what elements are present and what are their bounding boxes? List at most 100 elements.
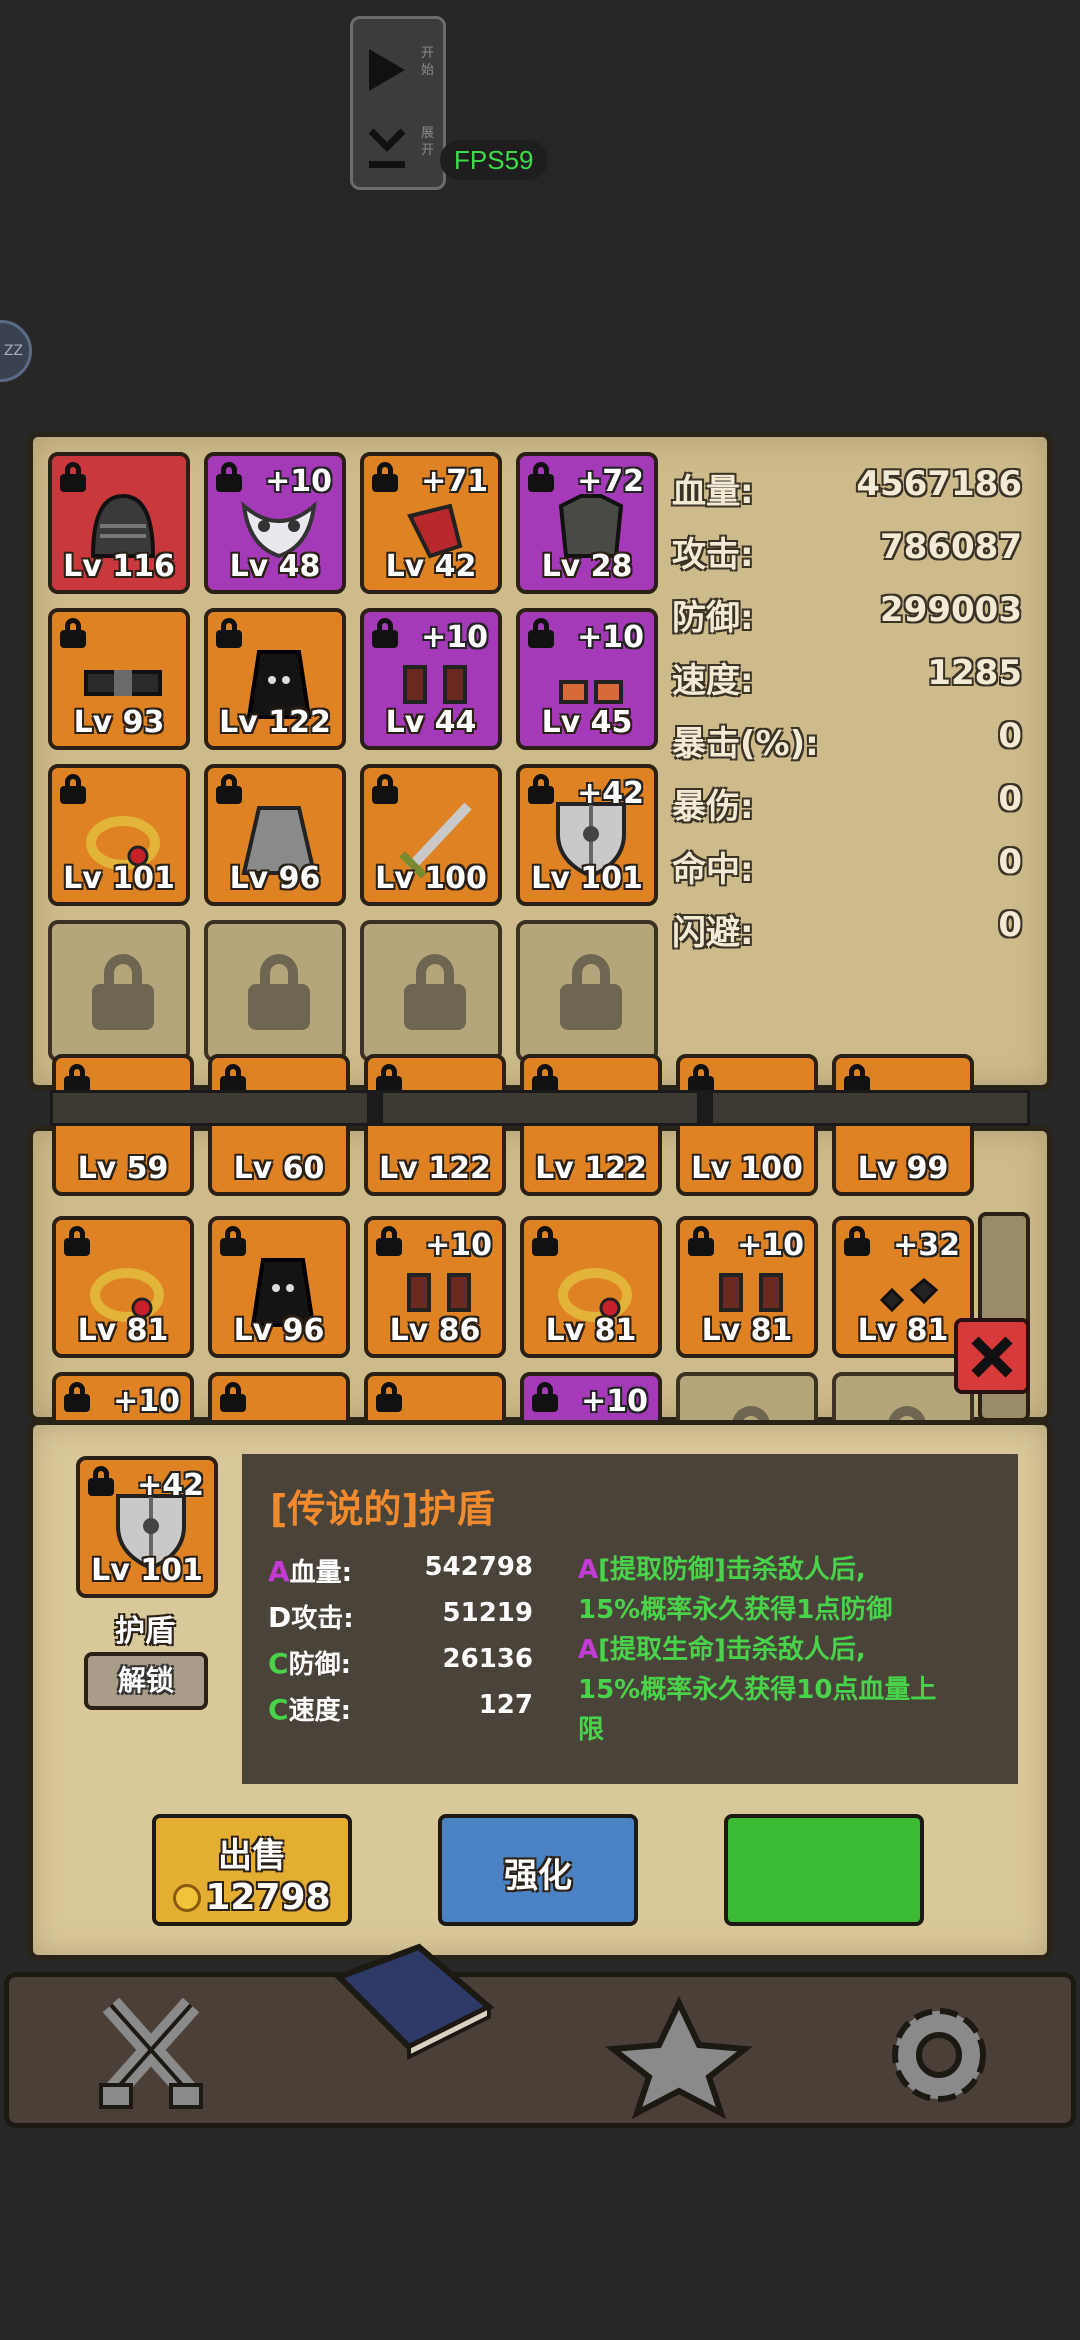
equipped-item-slot[interactable]: Lv 96 xyxy=(204,764,346,906)
affix-2-body-2: 限 xyxy=(578,1715,605,1745)
equipped-item-slot[interactable]: Lv 93 xyxy=(48,608,190,750)
debug-expand-button[interactable]: 展开 xyxy=(361,115,437,185)
locked-equip-slot[interactable] xyxy=(204,920,346,1062)
equipped-item-slot[interactable]: +42 Lv 101 xyxy=(516,764,658,906)
equipped-item-slot[interactable]: Lv 116 xyxy=(48,452,190,594)
upgrade-button[interactable]: 强化 xyxy=(438,1814,638,1926)
inventory-item-slot[interactable]: Lv 81 xyxy=(52,1216,194,1358)
item-plus: +10 xyxy=(265,464,332,499)
attribute-row: D攻击: 51219 xyxy=(268,1598,533,1638)
equipped-item-slot[interactable]: +10 Lv 48 xyxy=(204,452,346,594)
settings-gear-icon xyxy=(892,2008,986,2102)
item-level: Lv 42 xyxy=(385,549,477,584)
stat-label: 闪避: xyxy=(672,913,754,953)
stat-row: 暴伤: 0 xyxy=(672,779,1022,829)
item-level: Lv 101 xyxy=(531,861,643,896)
item-plus: +72 xyxy=(577,464,644,499)
book-icon xyxy=(333,1943,495,2061)
attribute-value: 127 xyxy=(478,1690,533,1720)
selected-item-name: 护盾 xyxy=(115,1614,175,1649)
nav-settings[interactable] xyxy=(839,1985,1039,2125)
inventory-item-slot[interactable]: +32 Lv 81 xyxy=(832,1216,974,1358)
inventory-item-slot[interactable]: +10 Lv 86 xyxy=(364,1216,506,1358)
green-action-button[interactable] xyxy=(724,1814,924,1926)
lock-icon xyxy=(532,1382,558,1412)
tab-2[interactable] xyxy=(380,1090,700,1126)
debug-panel: 开始 展开 xyxy=(350,16,446,190)
stat-row: 血量: 4567186 xyxy=(672,464,1022,514)
play-icon xyxy=(369,49,405,91)
item-title: [传说的]护盾 xyxy=(270,1487,495,1531)
lock-icon xyxy=(60,618,86,648)
attribute-grade: D xyxy=(268,1601,292,1634)
selected-item-plus: +42 xyxy=(137,1468,204,1503)
equipped-item-slot[interactable]: +72 Lv 28 xyxy=(516,452,658,594)
affix-2-head-line: A[提取生命]击杀敌人后, xyxy=(578,1630,998,1670)
stat-row: 速度: 1285 xyxy=(672,653,1022,703)
item-level: Lv 122 xyxy=(535,1151,647,1186)
lock-icon xyxy=(376,1226,402,1256)
equipped-item-slot[interactable]: Lv 100 xyxy=(360,764,502,906)
inventory-item-slot[interactable]: Lv 96 xyxy=(208,1216,350,1358)
affix-2-head: [提取生命]击杀敌人后, xyxy=(598,1635,866,1665)
inventory-item-slot[interactable]: Lv 81 xyxy=(520,1216,662,1358)
equipped-item-slot[interactable]: +10 Lv 45 xyxy=(516,608,658,750)
item-level: Lv 28 xyxy=(541,549,633,584)
attribute-row: A血量: 542798 xyxy=(268,1552,533,1592)
expand-sub-label: 展开 xyxy=(421,126,435,158)
item-level: Lv 101 xyxy=(63,861,175,896)
status-area xyxy=(0,0,1080,210)
stat-row: 防御: 299003 xyxy=(672,590,1022,640)
stat-row: 闪避: 0 xyxy=(672,905,1022,955)
star-icon xyxy=(605,1996,753,2120)
selected-item-slot[interactable]: +42 Lv 101 xyxy=(76,1456,218,1598)
lock-icon xyxy=(688,1226,714,1256)
bottom-background xyxy=(0,2130,1080,2340)
attribute-grade: C xyxy=(268,1693,289,1726)
item-plus: +10 xyxy=(421,620,488,655)
item-level: Lv 60 xyxy=(233,1151,325,1186)
nav-book[interactable] xyxy=(309,1937,509,2077)
lock-icon xyxy=(60,774,86,804)
equipped-item-slot[interactable]: Lv 122 xyxy=(204,608,346,750)
stat-value: 299003 xyxy=(880,590,1022,630)
sell-price: 12798 xyxy=(205,1877,331,1918)
equipped-item-slot[interactable]: +10 Lv 44 xyxy=(360,608,502,750)
stat-row: 暴击(%): 0 xyxy=(672,716,1022,766)
locked-equip-slot[interactable] xyxy=(48,920,190,1062)
inventory-item-slot[interactable]: +10 Lv 81 xyxy=(676,1216,818,1358)
lock-icon xyxy=(64,1382,90,1412)
stat-label: 暴伤: xyxy=(672,787,754,827)
attribute-label: 速度: xyxy=(288,1696,351,1726)
attribute-value: 542798 xyxy=(424,1552,533,1582)
locked-equip-slot[interactable] xyxy=(360,920,502,1062)
item-level: Lv 122 xyxy=(219,705,331,740)
equipped-item-slot[interactable]: +71 Lv 42 xyxy=(360,452,502,594)
nav-star[interactable] xyxy=(579,1985,779,2125)
equipped-item-slot[interactable]: Lv 101 xyxy=(48,764,190,906)
affix-1-grade: A xyxy=(578,1555,599,1585)
tab-1[interactable] xyxy=(50,1090,370,1126)
stat-value: 4567186 xyxy=(856,464,1022,504)
lock-icon xyxy=(64,1226,90,1256)
attribute-label: 血量: xyxy=(289,1558,353,1588)
debug-play-button[interactable]: 开始 xyxy=(361,35,437,105)
nav-battle[interactable] xyxy=(51,1985,251,2125)
affix-1-head-line: A[提取防御]击杀敌人后, xyxy=(578,1550,998,1590)
item-level: Lv 96 xyxy=(229,861,321,896)
sell-button[interactable]: 出售 12798 xyxy=(152,1814,352,1926)
tab-3[interactable] xyxy=(710,1090,1030,1126)
item-level: Lv 81 xyxy=(701,1313,793,1348)
locked-slot-icon xyxy=(92,954,154,1032)
item-level: Lv 81 xyxy=(545,1313,637,1348)
close-icon xyxy=(971,1336,1013,1378)
close-button[interactable] xyxy=(954,1318,1030,1394)
sell-price-line: 12798 xyxy=(156,1877,348,1918)
item-level: Lv 116 xyxy=(63,549,175,584)
locked-equip-slot[interactable] xyxy=(516,920,658,1062)
lock-icon xyxy=(372,462,398,492)
inventory-tab-strip xyxy=(50,1090,1030,1126)
item-level: Lv 44 xyxy=(385,705,477,740)
unlock-button[interactable]: 解锁 xyxy=(84,1652,208,1710)
item-level: Lv 93 xyxy=(73,705,165,740)
